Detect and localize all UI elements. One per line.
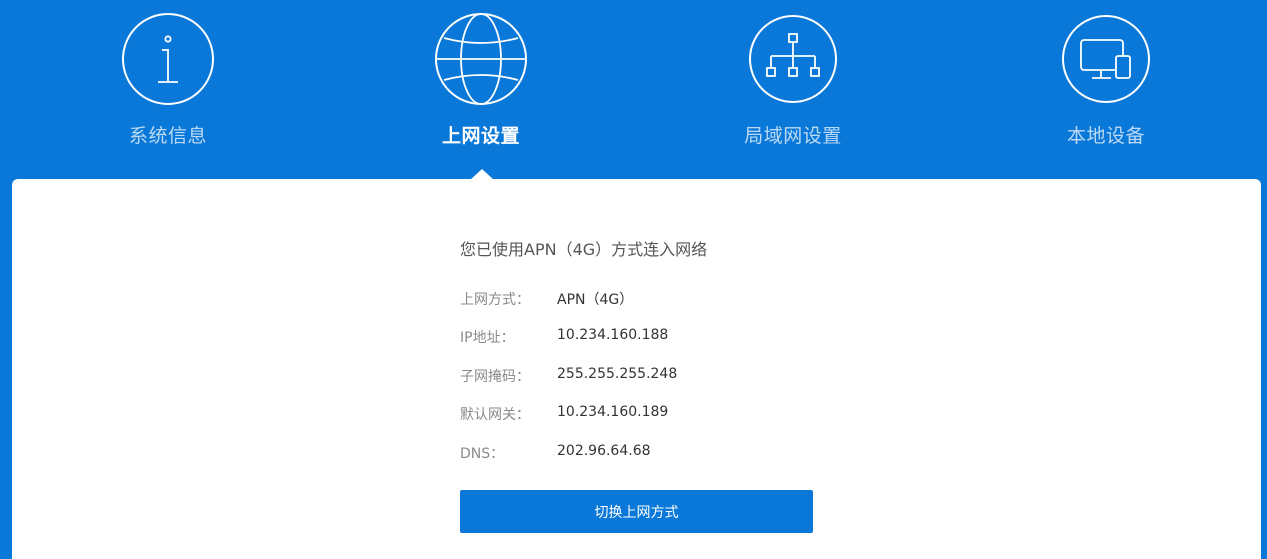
nav-label-lan-settings: 局域网设置	[744, 125, 842, 147]
nav-item-system-info[interactable]: 系统信息	[78, 0, 258, 170]
info-row-ip-address: IP地址： 10.234.160.188	[460, 327, 860, 347]
devices-icon	[1059, 12, 1153, 106]
info-label: IP地址：	[460, 330, 515, 346]
info-row-connection-type: 上网方式： APN（4G）	[460, 289, 860, 309]
info-label: 上网方式：	[460, 292, 530, 308]
info-value: APN（4G）	[557, 292, 634, 308]
nav-label-internet-settings: 上网设置	[441, 125, 520, 147]
info-row-default-gateway: 默认网关： 10.234.160.189	[460, 404, 860, 424]
connection-status: 您已使用APN（4G）方式连入网络	[460, 240, 708, 259]
nav-item-lan-settings[interactable]: 局域网设置	[703, 0, 883, 170]
info-label: 默认网关：	[460, 407, 530, 423]
info-label: 子网掩码：	[460, 369, 530, 385]
info-row-dns: DNS： 202.96.64.68	[460, 443, 860, 463]
info-value: 10.234.160.189	[557, 404, 669, 420]
top-navigation: 系统信息 上网设置 局域网设置 本地设备	[0, 0, 1267, 180]
info-label: DNS：	[460, 446, 505, 462]
info-row-subnet-mask: 子网掩码： 255.255.255.248	[460, 366, 860, 386]
nav-label-system-info: 系统信息	[128, 125, 207, 147]
info-value: 10.234.160.188	[557, 327, 669, 343]
nav-item-local-devices[interactable]: 本地设备	[1016, 0, 1196, 170]
nav-label-local-devices: 本地设备	[1066, 125, 1145, 147]
info-value: 202.96.64.68	[557, 443, 651, 459]
switch-connection-button[interactable]: 切换上网方式	[460, 490, 813, 533]
network-tree-icon	[746, 12, 840, 106]
globe-icon	[434, 12, 528, 106]
info-value: 255.255.255.248	[557, 366, 678, 382]
info-icon	[121, 12, 215, 106]
nav-item-internet-settings[interactable]: 上网设置	[391, 0, 571, 170]
